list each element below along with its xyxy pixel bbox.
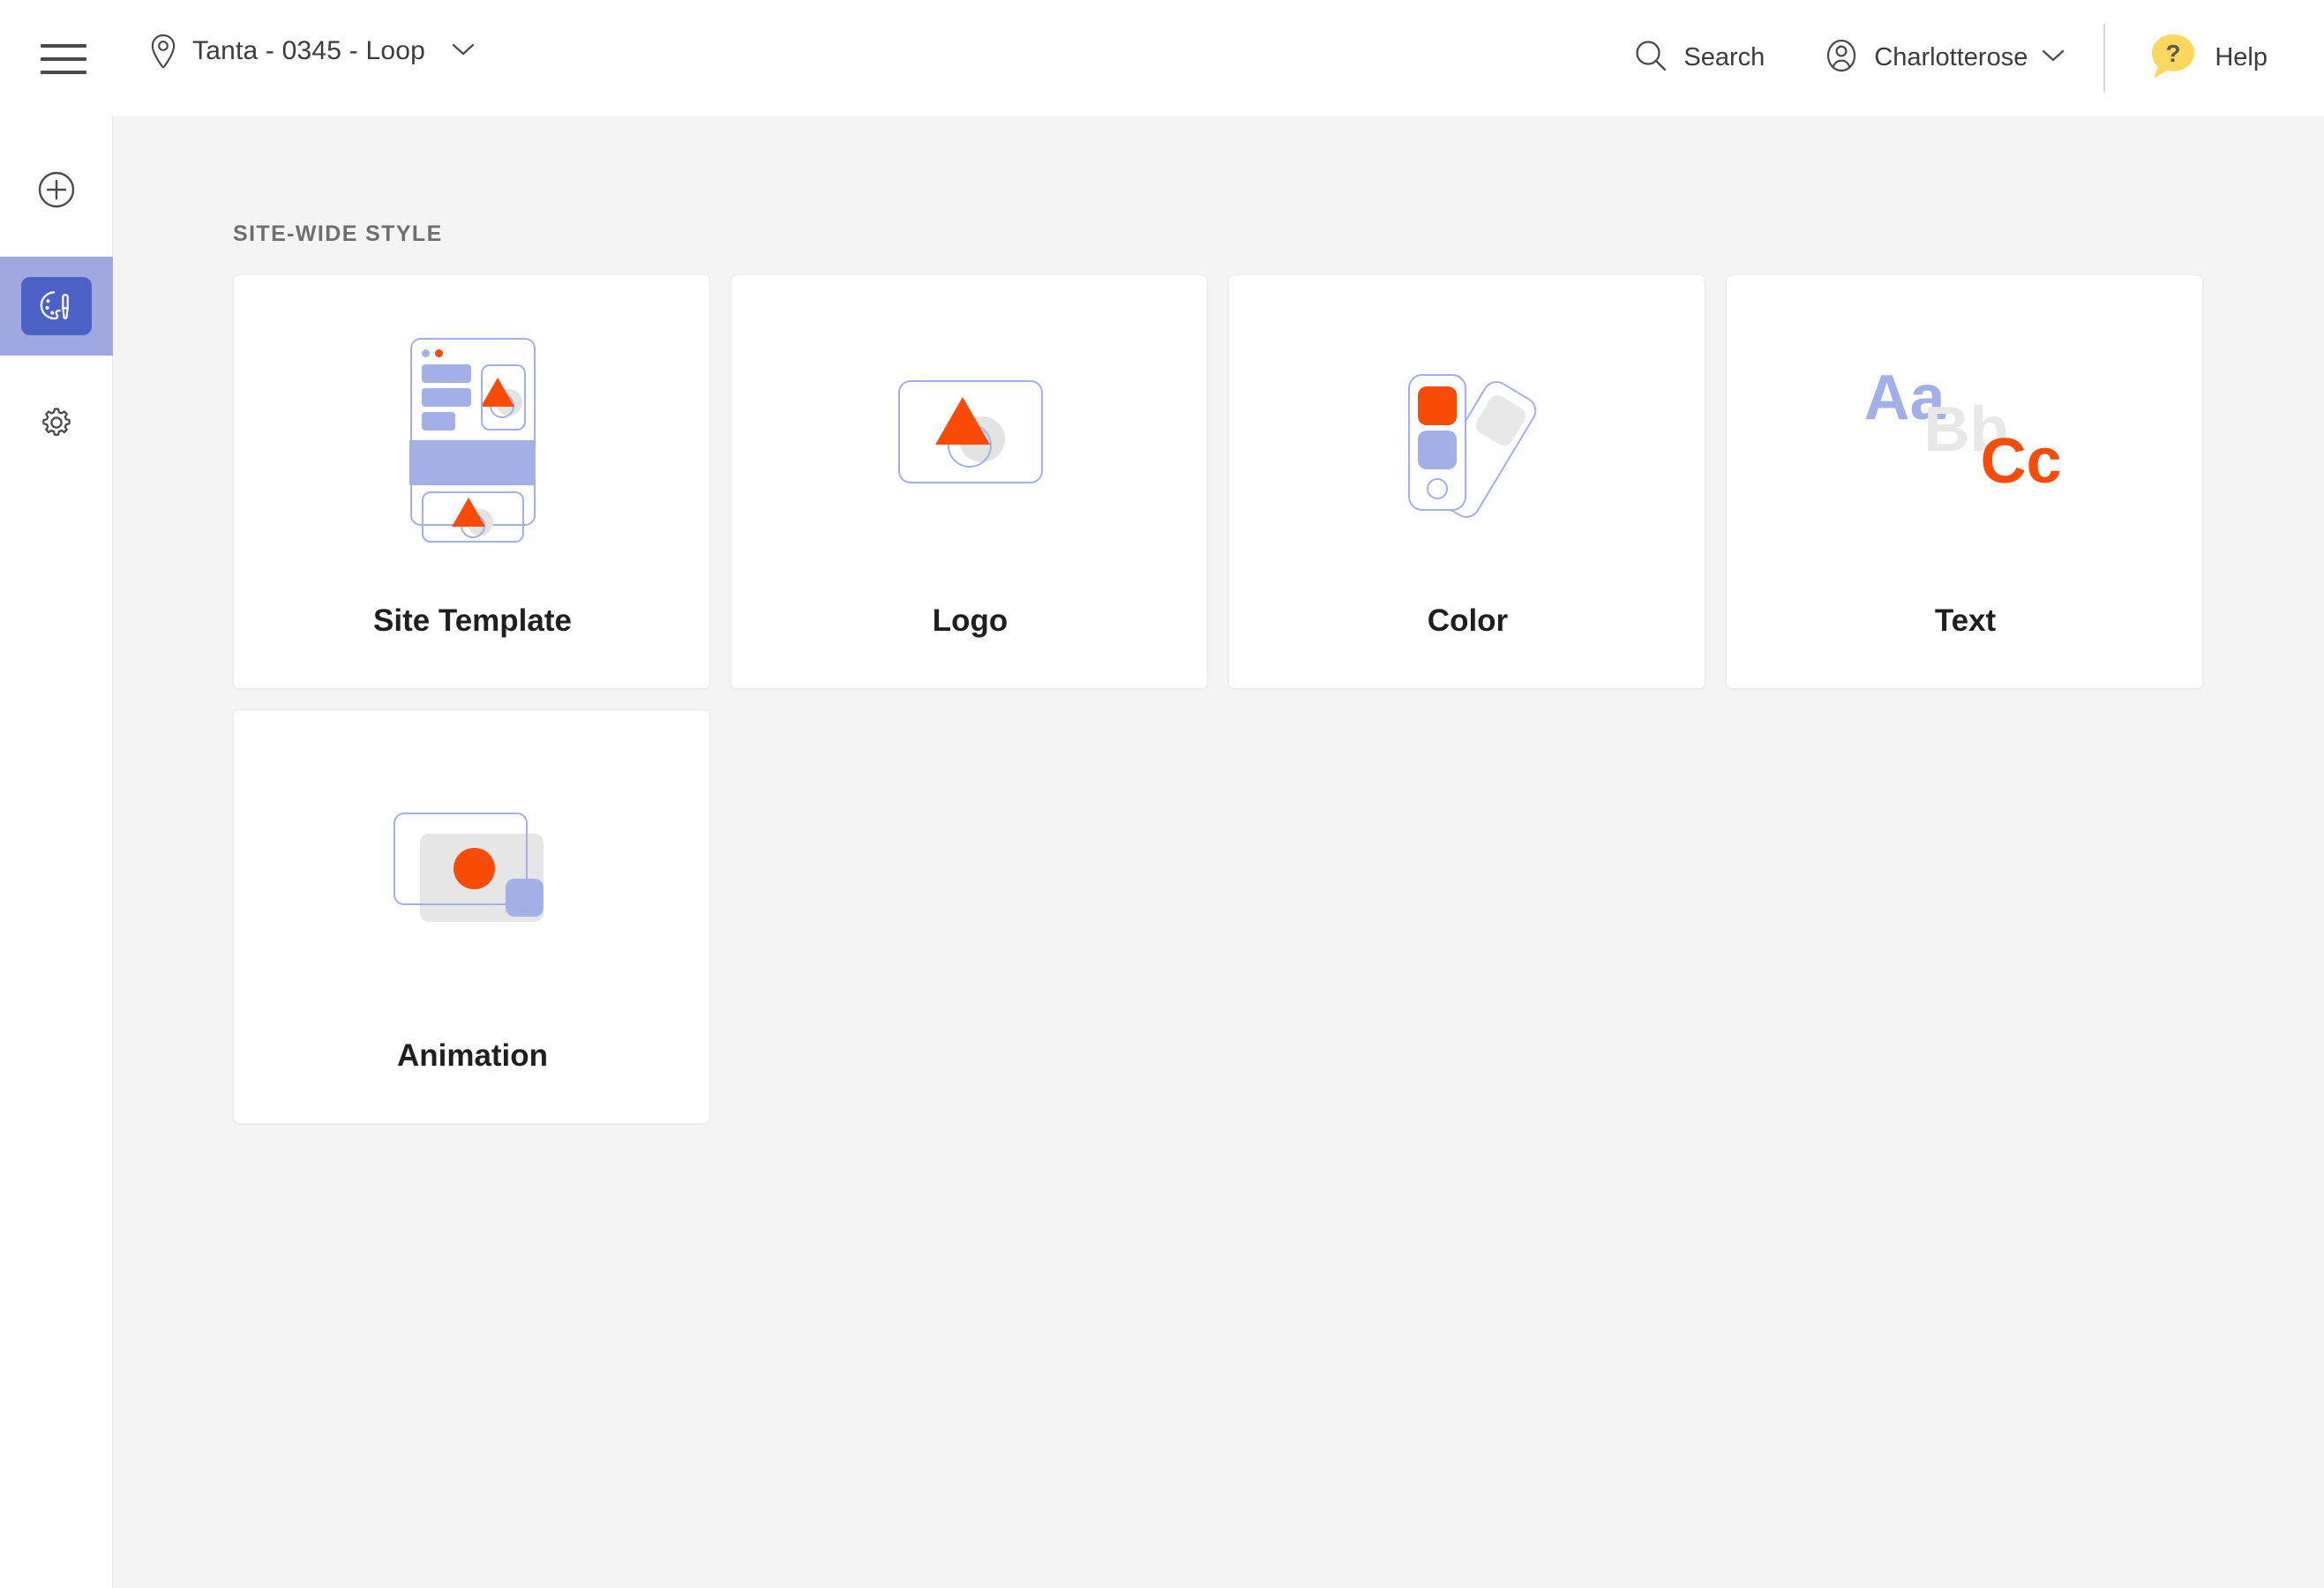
chevron-down-icon[interactable] xyxy=(452,42,475,61)
hamburger-menu-icon[interactable] xyxy=(41,44,86,74)
search-button[interactable]: Search xyxy=(1632,28,1765,87)
sidebar-item-settings[interactable] xyxy=(0,373,113,472)
site-name-label: Tanta - 0345 - Loop xyxy=(192,36,425,65)
account-menu-button[interactable]: Charlotterose xyxy=(1823,28,2065,87)
card-text[interactable]: Aa Bb Cc Text xyxy=(1726,274,2203,689)
card-color[interactable]: Color xyxy=(1228,274,1706,689)
plus-circle-icon xyxy=(21,161,92,219)
map-pin-icon xyxy=(148,34,178,69)
app-header: Tanta - 0345 - Loop Search Charlotterose… xyxy=(0,0,2324,116)
help-label: Help xyxy=(2215,43,2268,71)
card-label: Text xyxy=(1934,603,1997,638)
section-title: SITE-WIDE STYLE xyxy=(233,221,443,246)
card-site-template[interactable]: Site Template xyxy=(233,274,710,689)
help-button[interactable]: ? Help xyxy=(2146,19,2268,96)
card-logo[interactable]: Logo xyxy=(731,274,1208,689)
search-label: Search xyxy=(1683,43,1765,71)
color-swatch-thumbnail xyxy=(1229,275,1706,588)
header-actions: Search Charlotterose ? Help xyxy=(1632,0,2324,116)
gear-icon xyxy=(21,393,92,452)
search-icon xyxy=(1632,37,1669,79)
card-label: Animation xyxy=(396,1038,549,1073)
header-divider xyxy=(2103,23,2106,93)
sidebar-item-style[interactable] xyxy=(0,257,113,356)
card-animation[interactable]: Animation xyxy=(233,709,710,1124)
card-label: Logo xyxy=(932,603,1008,638)
account-name-label: Charlotterose xyxy=(1874,43,2028,71)
site-selector[interactable]: Tanta - 0345 - Loop xyxy=(148,34,475,69)
type-sample-c: Cc xyxy=(1980,425,2062,497)
site-template-wireframe-thumbnail xyxy=(234,275,711,588)
help-speech-bubble-icon: ? xyxy=(2146,28,2200,87)
style-card-grid: Site Template Logo Color Aa Bb Cc Text A… xyxy=(233,274,2245,1124)
sidebar-item-add[interactable] xyxy=(0,140,113,239)
animation-frames-thumbnail xyxy=(234,710,711,1023)
card-label: Color xyxy=(1427,603,1509,638)
chevron-down-icon[interactable] xyxy=(2042,49,2065,67)
user-circle-icon xyxy=(1823,37,1860,79)
palette-brush-icon xyxy=(21,277,92,335)
left-sidebar xyxy=(0,116,113,1588)
svg-text:?: ? xyxy=(2166,40,2181,67)
card-label: Site Template xyxy=(373,603,572,638)
typography-thumbnail: Aa Bb Cc xyxy=(1727,275,2204,588)
logo-mark-thumbnail xyxy=(731,275,1209,588)
main-content: SITE-WIDE STYLE Site Template Logo Color… xyxy=(113,116,2324,1588)
